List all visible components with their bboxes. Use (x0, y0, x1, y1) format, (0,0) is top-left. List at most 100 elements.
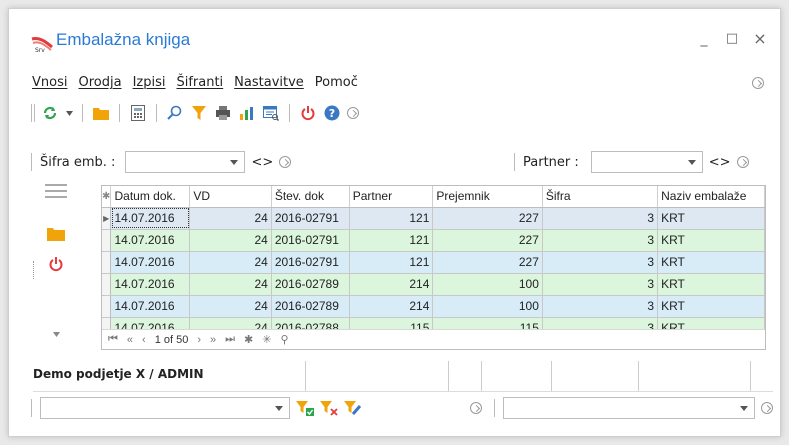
filter-apply-icon[interactable] (296, 399, 314, 417)
col-header-stev[interactable]: Štev. dok (271, 186, 350, 208)
chevron-down-icon[interactable] (275, 406, 283, 411)
asterisk-icon[interactable]: ✱ (102, 186, 112, 208)
prev-record-icon[interactable]: ‹ (142, 334, 146, 346)
refresh-icon[interactable] (41, 104, 59, 122)
chevron-down-icon[interactable] (65, 104, 73, 122)
col-header-naziv[interactable]: Naziv embalaže (657, 186, 765, 208)
table-row[interactable]: 14.07.2016 24 2016-02791 121 227 3 KRT (102, 229, 765, 252)
last-page-icon[interactable]: ⏭ (225, 333, 235, 346)
cell-datum[interactable]: 14.07.2016 (110, 295, 191, 318)
cell-vd[interactable]: 24 (189, 295, 272, 318)
add-record-icon[interactable]: ✱ (244, 333, 253, 346)
chevron-down-icon[interactable] (230, 160, 239, 165)
cell-sifra[interactable]: 3 (542, 229, 659, 252)
cell-naziv[interactable]: KRT (657, 251, 765, 274)
cell-partner[interactable]: 121 (349, 229, 434, 252)
filter-clear-icon[interactable] (320, 399, 338, 417)
bottom-right-combo[interactable] (503, 397, 755, 419)
cell-datum[interactable]: 14.07.2016 (110, 207, 191, 230)
menu-nastavitve[interactable]: Nastavitve (234, 75, 304, 93)
cell-sifra[interactable]: 3 (542, 295, 659, 318)
cell-partner[interactable]: 121 (349, 207, 434, 230)
menu-sifranti[interactable]: Šifranti (176, 75, 223, 93)
hamburger-icon[interactable] (45, 184, 67, 198)
cell-partner[interactable]: 214 (349, 273, 434, 296)
cell-naziv[interactable]: KRT (657, 229, 765, 252)
cell-vd[interactable]: 24 (189, 273, 272, 296)
bottom-left-combo[interactable] (40, 397, 290, 419)
cell-prejemnik[interactable]: 227 (432, 207, 543, 230)
filter-edit-icon[interactable] (344, 399, 362, 417)
search-icon[interactable] (166, 104, 184, 122)
cell-vd[interactable]: 24 (189, 251, 272, 274)
power-icon[interactable] (48, 256, 64, 272)
edit-record-icon[interactable]: ✳ (262, 333, 271, 346)
help-icon[interactable]: ? (323, 104, 341, 122)
cell-sifra[interactable]: 3 (542, 251, 659, 274)
cell-sifra[interactable]: 3 (542, 273, 659, 296)
partner-more-icon[interactable] (736, 156, 749, 168)
filter-icon[interactable]: ⚲ (280, 333, 288, 346)
first-page-icon[interactable]: ⏮ (108, 333, 118, 346)
cell-stev[interactable]: 2016-02789 (271, 295, 350, 318)
print-icon[interactable] (214, 104, 232, 122)
cell-stev[interactable]: 2016-02789 (271, 273, 350, 296)
cell-naziv[interactable]: KRT (657, 207, 765, 230)
close-button[interactable]: × (750, 29, 770, 48)
chevron-down-icon[interactable] (687, 160, 696, 165)
bottom-more-icon[interactable] (470, 402, 482, 414)
table-row[interactable]: 14.07.2016 24 2016-02791 121 227 3 KRT (102, 251, 765, 274)
cell-prejemnik[interactable]: 100 (432, 273, 543, 296)
minimize-button[interactable]: _ (694, 31, 714, 47)
filter-icon[interactable] (190, 104, 208, 122)
cell-prejemnik[interactable]: 100 (432, 295, 543, 318)
cell-partner[interactable]: 121 (349, 251, 434, 274)
prev-page-icon[interactable]: « (127, 334, 133, 346)
cell-partner[interactable]: 214 (349, 295, 434, 318)
report-icon[interactable] (262, 104, 280, 122)
next-page-icon[interactable]: » (210, 334, 216, 346)
maximize-button[interactable]: □ (722, 31, 742, 46)
cell-datum[interactable]: 14.07.2016 (110, 251, 191, 274)
col-header-partner[interactable]: Partner (349, 186, 434, 208)
table-row[interactable]: 14.07.2016 24 2016-02789 214 100 3 KRT (102, 295, 765, 318)
cell-sifra[interactable]: 3 (542, 207, 659, 230)
cell-vd[interactable]: 24 (189, 207, 272, 230)
cell-stev[interactable]: 2016-02791 (271, 229, 350, 252)
table-row[interactable]: 14.07.2016 24 2016-02789 214 100 3 KRT (102, 273, 765, 296)
cell-prejemnik[interactable]: 227 (432, 251, 543, 274)
partner-combo[interactable] (590, 151, 703, 173)
cell-stev[interactable]: 2016-02791 (271, 251, 350, 274)
side-splitter[interactable] (33, 261, 34, 279)
next-record-icon[interactable]: › (197, 334, 201, 346)
chart-icon[interactable] (238, 104, 256, 122)
sifra-nav[interactable]: <> (251, 155, 273, 170)
col-header-prejemnik[interactable]: Prejemnik (432, 186, 543, 208)
sifra-more-icon[interactable] (279, 156, 292, 168)
partner-nav[interactable]: <> (709, 155, 731, 170)
col-header-vd[interactable]: VD (189, 186, 272, 208)
col-header-sifra[interactable]: Šifra (542, 186, 659, 208)
cell-prejemnik[interactable]: 227 (432, 229, 543, 252)
cell-datum[interactable]: 14.07.2016 (110, 273, 191, 296)
menu-more-icon[interactable] (752, 77, 764, 89)
toolbar-more-icon[interactable] (347, 107, 359, 119)
menu-izpisi[interactable]: Izpisi (133, 75, 166, 93)
cell-vd[interactable]: 24 (189, 229, 272, 252)
col-header-datum[interactable]: Datum dok. (110, 186, 191, 208)
chevron-down-icon[interactable] (740, 406, 748, 411)
menu-pomoc[interactable]: Pomoč (315, 75, 358, 93)
cell-datum[interactable]: 14.07.2016 (110, 229, 191, 252)
menu-orodja[interactable]: Orodja (78, 75, 121, 93)
calculator-icon[interactable] (129, 104, 147, 122)
cell-stev[interactable]: 2016-02791 (271, 207, 350, 230)
chevron-down-icon[interactable] (53, 332, 60, 337)
power-icon[interactable] (299, 104, 317, 122)
cell-naziv[interactable]: KRT (657, 295, 765, 318)
folder-icon[interactable] (92, 104, 110, 122)
menu-vnosi[interactable]: Vnosi (32, 75, 67, 93)
bottom-right-more-icon[interactable] (761, 402, 773, 414)
cell-naziv[interactable]: KRT (657, 273, 765, 296)
folder-icon[interactable] (47, 226, 65, 241)
sifra-combo[interactable] (125, 151, 246, 173)
